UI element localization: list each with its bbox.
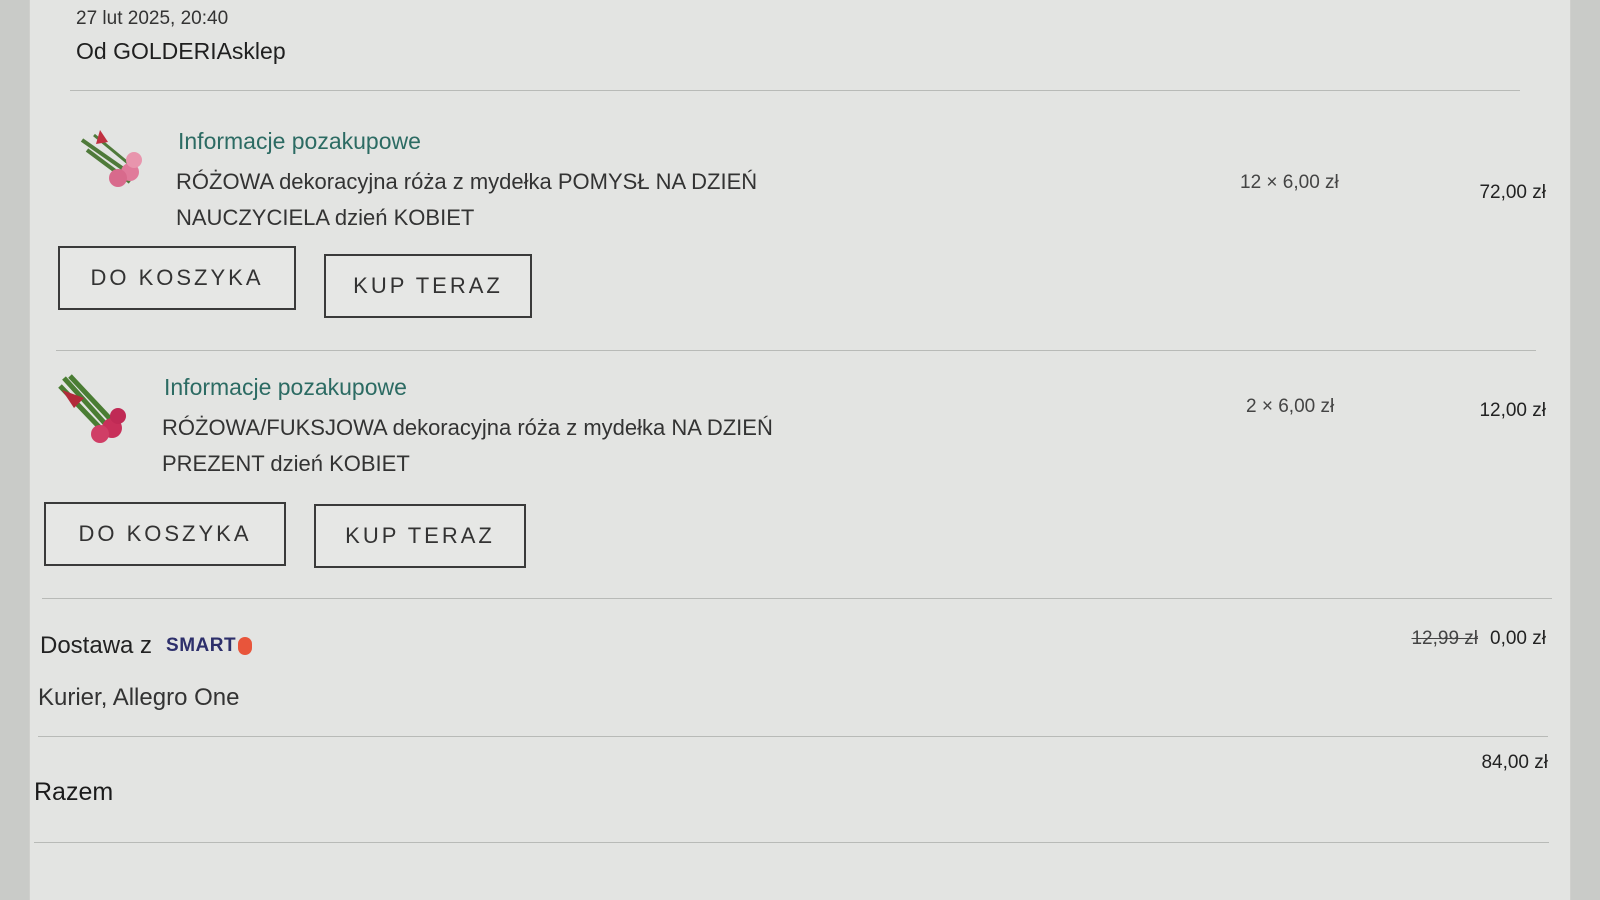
order-date: 27 lut 2025, 20:40 — [76, 8, 229, 29]
delivery-label-text: Dostawa z — [40, 632, 153, 659]
order-card: 27 lut 2025, 20:40 Od GOLDERIAsklep Info… — [30, 0, 1570, 900]
item-title[interactable]: RÓŻOWA dekoracyjna róża z mydełka POMYSŁ… — [176, 164, 816, 236]
buy-now-button[interactable]: KUP TERAZ — [324, 254, 532, 318]
divider — [38, 736, 1548, 737]
add-to-cart-button[interactable]: DO KOSZYKA — [44, 502, 286, 566]
item-info-link[interactable]: Informacje pozakupowe — [164, 374, 407, 401]
order-header: 27 lut 2025, 20:40 Od GOLDERIAsklep — [76, 8, 286, 65]
total-label: Razem — [34, 778, 114, 806]
divider — [34, 842, 1549, 843]
smart-badge: SMART — [166, 635, 253, 657]
item-title[interactable]: RÓŻOWA/FUKSJOWA dekoracyjna róża z mydeł… — [162, 410, 802, 482]
delivery-old-price: 12,99 zł — [1411, 628, 1479, 649]
divider — [56, 350, 1536, 351]
item-quantity-price: 12 × 6,00 zł — [1240, 172, 1339, 193]
item-info-link[interactable]: Informacje pozakupowe — [178, 128, 421, 155]
total-value: 84,00 zł — [1481, 752, 1548, 773]
divider — [70, 90, 1520, 91]
delivery-new-price: 0,00 zł — [1490, 628, 1546, 649]
buy-now-button[interactable]: KUP TERAZ — [314, 504, 526, 568]
delivery-method: Kurier, Allegro One — [38, 684, 240, 711]
delivery-label: Dostawa z SMART — [40, 632, 253, 660]
pink-rose-bouquet-icon[interactable] — [72, 120, 152, 200]
seller-name[interactable]: Od GOLDERIAsklep — [76, 38, 286, 65]
smart-badge-text: SMART — [166, 635, 237, 656]
add-to-cart-button[interactable]: DO KOSZYKA — [58, 246, 296, 310]
item-quantity-price: 2 × 6,00 zł — [1246, 396, 1335, 417]
item-total: 72,00 zł — [1479, 182, 1546, 203]
item-total: 12,00 zł — [1479, 400, 1546, 421]
divider — [42, 598, 1552, 599]
fuchsia-rose-bouquet-icon[interactable] — [54, 368, 134, 448]
smart-location-icon — [238, 637, 253, 655]
delivery-price: 12,99 zł 0,00 zł — [1411, 628, 1546, 650]
